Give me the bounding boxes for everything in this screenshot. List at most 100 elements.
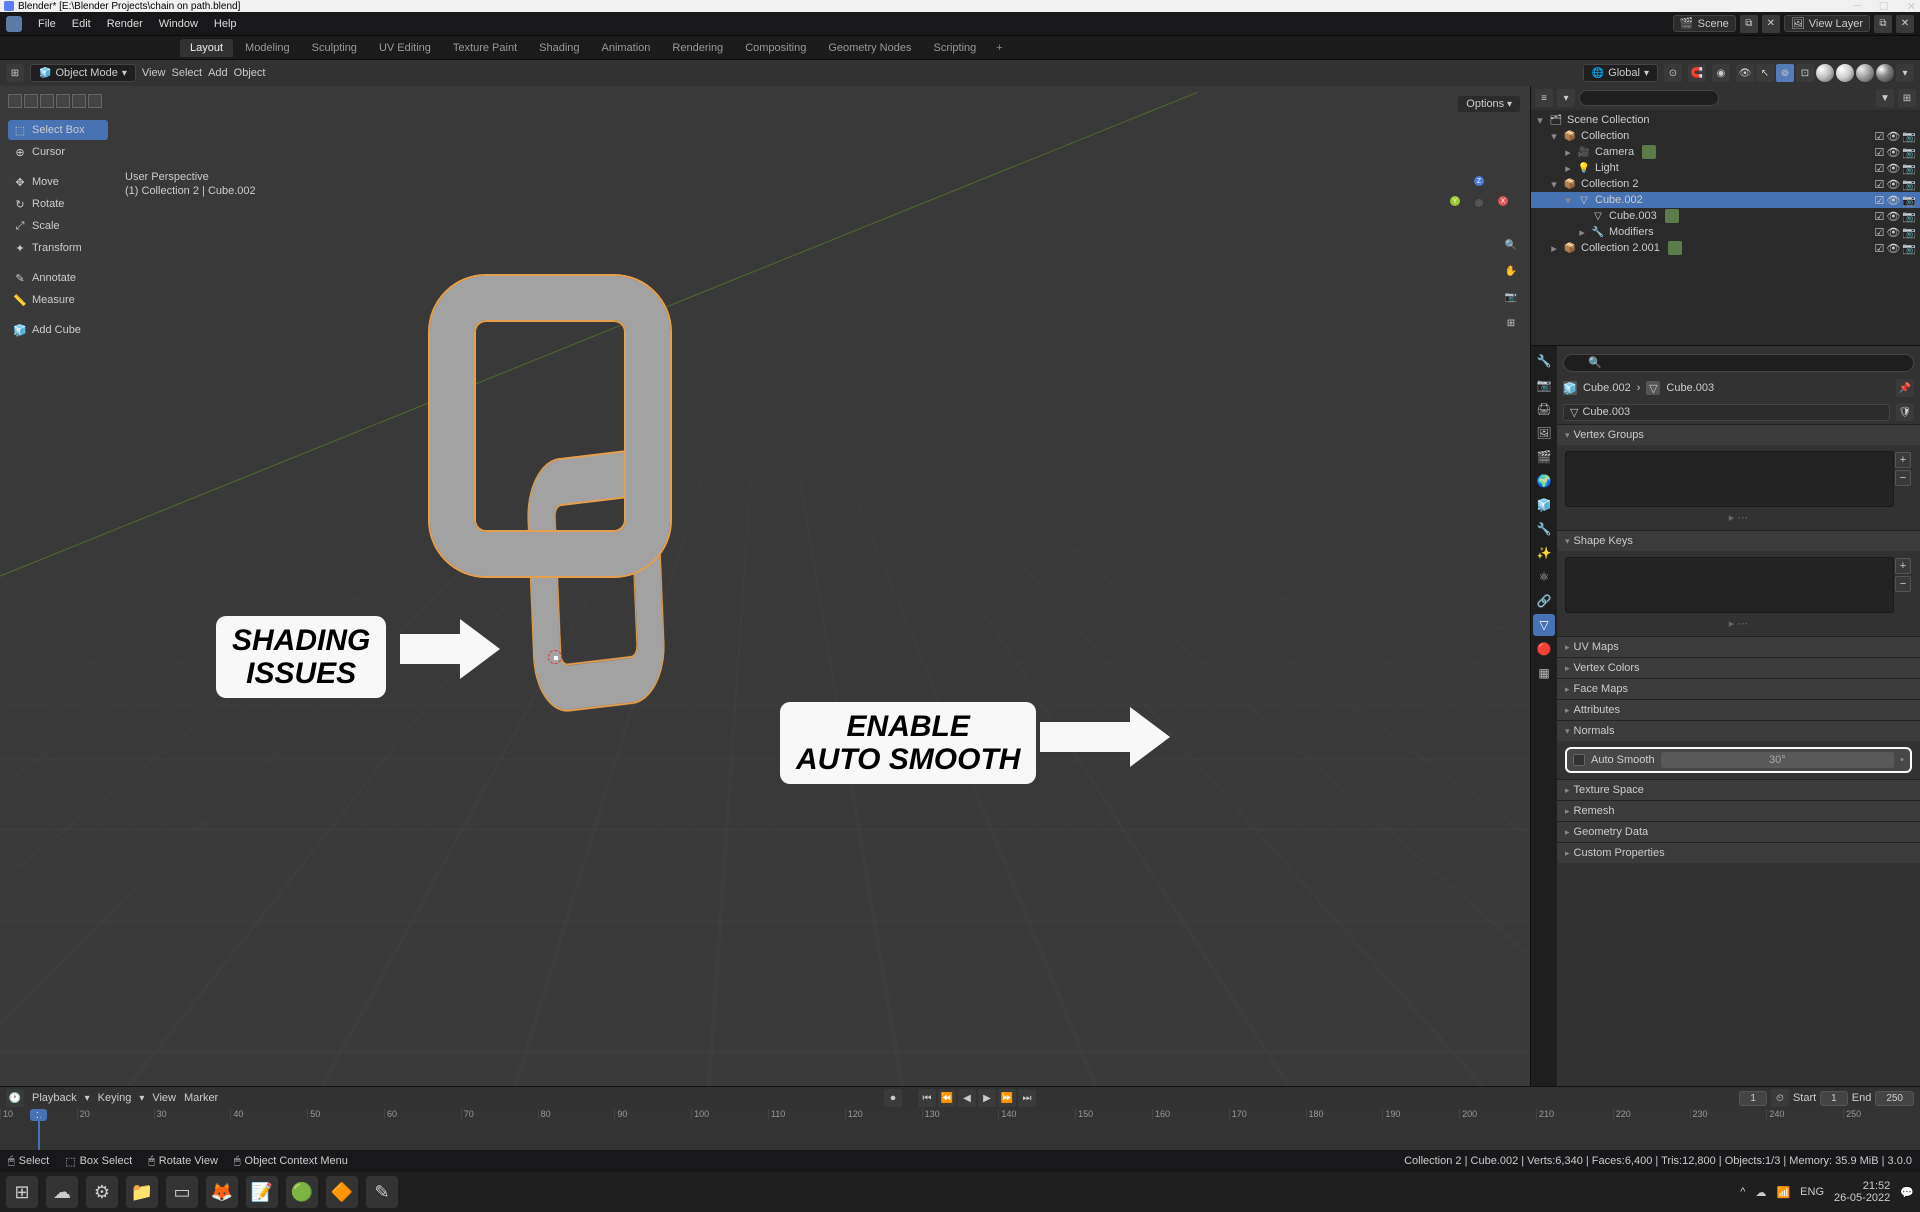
pin-icon[interactable]: 📌 xyxy=(1896,379,1914,397)
shading-matprev-icon[interactable] xyxy=(1856,64,1874,82)
panel-shape-keys-header[interactable]: ▾Shape Keys xyxy=(1557,531,1920,551)
outliner-search[interactable] xyxy=(1579,90,1719,106)
viewport-menu-view[interactable]: View xyxy=(142,67,166,79)
scene-selector[interactable]: 🎬 Scene xyxy=(1673,15,1736,32)
disclosure-icon[interactable]: ▸ xyxy=(1549,242,1559,255)
anim-dot-icon[interactable]: • xyxy=(1900,754,1904,766)
tool-rotate[interactable]: ↻Rotate xyxy=(8,194,108,214)
start-button[interactable]: ⊞ xyxy=(6,1176,38,1208)
viewlayer-copy-icon[interactable]: ⧉ xyxy=(1874,15,1892,33)
restrict-select-icon[interactable]: ☑ xyxy=(1874,146,1884,159)
jump-end-icon[interactable]: ⏭ xyxy=(1018,1089,1036,1107)
restrict-select-icon[interactable]: ☑ xyxy=(1874,130,1884,143)
sel-mode-1-icon[interactable] xyxy=(8,94,22,108)
app-icon-1[interactable]: ▭ xyxy=(166,1176,198,1208)
camera-view-icon[interactable]: 📷 xyxy=(1502,288,1520,306)
vertex-groups-list[interactable]: +− xyxy=(1565,451,1894,507)
disclosure-icon[interactable]: ▾ xyxy=(1563,194,1573,207)
tab-sculpting[interactable]: Sculpting xyxy=(302,39,367,57)
proptab-world[interactable]: 🌍 xyxy=(1533,470,1555,492)
restrict-select-icon[interactable]: ☑ xyxy=(1874,226,1884,239)
snap-icon[interactable]: 🧲 xyxy=(1688,64,1706,82)
scene-delete-icon[interactable]: ✕ xyxy=(1762,15,1780,33)
outliner-row[interactable]: ▸💡Light☑👁📷 xyxy=(1531,160,1920,176)
tab-scripting[interactable]: Scripting xyxy=(923,39,986,57)
expand-icon[interactable]: ▸ ⋯ xyxy=(1565,613,1912,630)
proptab-tool[interactable]: 🔧 xyxy=(1533,350,1555,372)
tl-menu-view[interactable]: View xyxy=(152,1092,176,1104)
camera-render-icon[interactable]: 📷 xyxy=(1902,178,1916,191)
menu-render[interactable]: Render xyxy=(99,18,151,30)
3d-viewport[interactable]: ⬚Select Box ⊕Cursor ✥Move ↻Rotate ⤢Scale… xyxy=(0,86,1530,1086)
restrict-select-icon[interactable]: ☑ xyxy=(1874,210,1884,223)
jump-start-icon[interactable]: ⏮ xyxy=(918,1089,936,1107)
camera-render-icon[interactable]: 📷 xyxy=(1902,226,1916,239)
outliner-row[interactable]: ▸📦Collection 2.001☑👁📷 xyxy=(1531,240,1920,256)
auto-smooth-angle-field[interactable]: 30° xyxy=(1661,752,1895,768)
shading-dropdown-icon[interactable]: ▾ xyxy=(1896,64,1914,82)
explorer-icon[interactable]: 📁 xyxy=(126,1176,158,1208)
disclosure-icon[interactable]: ▾ xyxy=(1549,178,1559,191)
datablock-selector[interactable]: ▽ Cube.003 xyxy=(1563,404,1890,421)
menu-help[interactable]: Help xyxy=(206,18,245,30)
outliner-display-mode-icon[interactable]: ≡ xyxy=(1535,89,1553,107)
tab-layout[interactable]: Layout xyxy=(180,39,233,57)
gizmo-toggle-icon[interactable]: ↖ xyxy=(1756,64,1774,82)
remove-icon[interactable]: − xyxy=(1895,576,1911,592)
tray-network-icon[interactable]: 📶 xyxy=(1776,1186,1790,1199)
menu-window[interactable]: Window xyxy=(151,18,206,30)
proptab-object[interactable]: 🧊 xyxy=(1533,494,1555,516)
panel-remesh-header[interactable]: ▸Remesh xyxy=(1557,801,1920,821)
remove-icon[interactable]: − xyxy=(1895,470,1911,486)
datablock-shield-icon[interactable]: 🛡 xyxy=(1896,403,1914,421)
panel-uv-maps-header[interactable]: ▸UV Maps xyxy=(1557,637,1920,657)
viewport-options-dropdown[interactable]: Options ▾ xyxy=(1458,96,1520,112)
tab-texture-paint[interactable]: Texture Paint xyxy=(443,39,527,57)
add-icon[interactable]: + xyxy=(1895,558,1911,574)
viewport-menu-add[interactable]: Add xyxy=(208,67,228,79)
timeline-editor-icon[interactable]: 🕐 xyxy=(6,1089,24,1107)
play-reverse-icon[interactable]: ◀ xyxy=(958,1089,976,1107)
outliner-new-collection-icon[interactable]: ⊞ xyxy=(1898,89,1916,107)
tab-animation[interactable]: Animation xyxy=(592,39,661,57)
disclosure-icon[interactable]: ▸ xyxy=(1563,146,1573,159)
autokey-icon[interactable]: ⏺ xyxy=(884,1089,902,1107)
app-icon-2[interactable]: 🟢 xyxy=(286,1176,318,1208)
shading-solid-icon[interactable] xyxy=(1836,64,1854,82)
camera-render-icon[interactable]: 📷 xyxy=(1902,210,1916,223)
breadcrumb-b[interactable]: Cube.003 xyxy=(1666,382,1714,394)
firefox-icon[interactable]: 🦊 xyxy=(206,1176,238,1208)
xray-icon[interactable]: ⊡ xyxy=(1796,64,1814,82)
window-close[interactable]: ✕ xyxy=(1907,0,1916,13)
tool-cursor[interactable]: ⊕Cursor xyxy=(8,142,108,162)
perspective-toggle-icon[interactable]: ⊞ xyxy=(1502,314,1520,332)
auto-smooth-checkbox[interactable] xyxy=(1573,754,1585,766)
camera-render-icon[interactable]: 📷 xyxy=(1902,162,1916,175)
restrict-select-icon[interactable]: ☑ xyxy=(1874,178,1884,191)
nav-gizmo[interactable]: Z Y X xyxy=(1454,178,1504,228)
sel-mode-3-icon[interactable] xyxy=(40,94,54,108)
keyframe-next-icon[interactable]: ⏩ xyxy=(998,1089,1016,1107)
proptab-render[interactable]: 📷 xyxy=(1533,374,1555,396)
tool-annotate[interactable]: ✎Annotate xyxy=(8,268,108,288)
viewport-menu-select[interactable]: Select xyxy=(172,67,203,79)
pan-icon[interactable]: ✋ xyxy=(1502,262,1520,280)
tab-geometry-nodes[interactable]: Geometry Nodes xyxy=(818,39,921,57)
camera-render-icon[interactable]: 📷 xyxy=(1902,242,1916,255)
blender-logo-icon[interactable] xyxy=(6,16,22,32)
restrict-select-icon[interactable]: ☑ xyxy=(1874,242,1884,255)
tab-shading[interactable]: Shading xyxy=(529,39,589,57)
timeline-track[interactable]: 1 10203040506070809010011012013014015016… xyxy=(0,1109,1920,1150)
outliner-row[interactable]: ▾▽Cube.002☑👁📷 xyxy=(1531,192,1920,208)
tab-rendering[interactable]: Rendering xyxy=(662,39,733,57)
outliner-row[interactable]: ▽Cube.003☑👁📷 xyxy=(1531,208,1920,224)
shading-rendered-icon[interactable] xyxy=(1876,64,1894,82)
pivot-icon[interactable]: ⊙ xyxy=(1664,64,1682,82)
tab-compositing[interactable]: Compositing xyxy=(735,39,816,57)
panel-vertex-groups-header[interactable]: ▾Vertex Groups xyxy=(1557,425,1920,445)
app-icon-3[interactable]: ✎ xyxy=(366,1176,398,1208)
tool-scale[interactable]: ⤢Scale xyxy=(8,216,108,236)
viewport-menu-object[interactable]: Object xyxy=(234,67,266,79)
disclosure-icon[interactable]: ▾ xyxy=(1549,130,1559,143)
tab-modeling[interactable]: Modeling xyxy=(235,39,300,57)
